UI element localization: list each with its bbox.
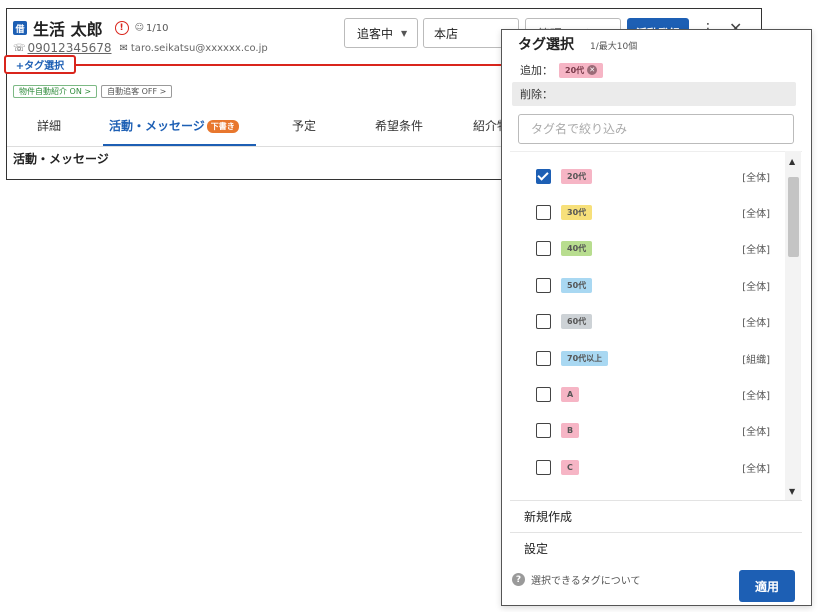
tag-list-item[interactable]: C [全体] <box>510 449 786 485</box>
added-tag-label: 20代 <box>565 65 585 75</box>
tag-scope: [全体] <box>742 390 770 402</box>
added-tag: 20代 ✕ <box>559 62 604 78</box>
tab-activity[interactable]: 活動・メッセージ 下書き <box>109 117 239 134</box>
popup-max-count: 1/最大10個 <box>590 42 638 52</box>
tab-detail[interactable]: 詳細 <box>37 117 61 134</box>
contact-row: ☏ 09012345678 ✉ taro.seikatsu@xxxxxx.co.… <box>13 41 268 55</box>
customer-name: 生活 太郎 <box>33 20 103 39</box>
tag-label: 40代 <box>561 241 593 257</box>
customer-title-row: 借 生活 太郎 ! ☺ 1/10 <box>13 17 168 39</box>
help-icon: ? <box>512 573 525 586</box>
tag-scope: [組織] <box>742 354 770 366</box>
scroll-down-icon[interactable]: ▼ <box>789 487 795 496</box>
tag-label: B <box>561 423 580 439</box>
tag-checkbox[interactable] <box>536 314 551 330</box>
settings-item[interactable]: 設定 <box>510 532 802 564</box>
tag-filter-input[interactable] <box>518 114 794 144</box>
remove-label: 削除： <box>520 88 553 101</box>
tag-list-item[interactable]: 40代 [全体] <box>510 231 786 267</box>
tab-activity-label: 活動・メッセージ <box>109 119 205 133</box>
auto-follow-chip[interactable]: 自動追客 OFF > <box>101 85 173 98</box>
tag-label: 50代 <box>561 277 593 293</box>
tag-list-item[interactable]: 50代 [全体] <box>510 267 786 303</box>
tag-scope: [全体] <box>742 463 770 475</box>
tag-scope: [全体] <box>742 427 770 439</box>
tag-list-item[interactable]: A [全体] <box>510 376 786 412</box>
tag-label: 70代以上 <box>561 350 609 366</box>
chip-row: 物件自動紹介 ON > 自動追客 OFF > <box>13 85 173 98</box>
tag-scope: [全体] <box>742 318 770 330</box>
branch-value: 本店 <box>434 26 459 41</box>
help-row[interactable]: ? 選択できるタグについて <box>512 572 641 587</box>
tag-scope: [全体] <box>742 172 770 184</box>
apply-button[interactable]: 適用 <box>739 570 795 602</box>
phone-icon: ☏ <box>13 42 26 54</box>
chevron-down-icon: ▼ <box>401 28 408 38</box>
add-row: 追加： 20代 ✕ <box>520 62 604 78</box>
tag-checkbox[interactable] <box>536 168 551 184</box>
status-select[interactable]: 追客中 ▼ <box>344 18 418 48</box>
popup-title: タグ選択 <box>518 37 574 53</box>
scroll-up-icon[interactable]: ▲ <box>789 157 795 166</box>
tag-checkbox[interactable] <box>536 423 551 439</box>
tab-conditions[interactable]: 希望条件 <box>375 117 423 134</box>
tag-checkbox[interactable] <box>536 459 551 475</box>
tag-checkbox[interactable] <box>536 204 551 220</box>
tag-select-button[interactable]: +タグ選択 <box>4 55 76 74</box>
section-title: 活動・メッセージ <box>13 152 109 166</box>
tag-scope: [全体] <box>742 208 770 220</box>
scrollbar-thumb[interactable] <box>788 177 799 257</box>
tag-scope: [全体] <box>742 245 770 257</box>
rent-badge: 借 <box>13 21 27 35</box>
status-value: 追客中 <box>357 26 394 41</box>
email-text[interactable]: taro.seikatsu@xxxxxx.co.jp <box>131 43 268 54</box>
people-icon: ☺ <box>134 23 144 33</box>
remove-row: 削除： <box>512 82 796 106</box>
tag-checkbox[interactable] <box>536 277 551 293</box>
tag-list-item[interactable]: 70代以上 [組織] <box>510 340 786 376</box>
help-text: 選択できるタグについて <box>531 576 641 587</box>
auto-property-chip[interactable]: 物件自動紹介 ON > <box>13 85 98 98</box>
tag-list-item[interactable]: 30代 [全体] <box>510 194 786 230</box>
tag-scope: [全体] <box>742 281 770 293</box>
tag-list-item[interactable]: 20代 [全体] <box>510 158 786 194</box>
add-label: 追加： <box>520 64 553 77</box>
tag-checkbox[interactable] <box>536 386 551 402</box>
mail-icon: ✉ <box>119 42 128 54</box>
tag-list: 20代 [全体] 30代 [全体] 40代 [全体] 50代 [全体] 60代 [全体] 70代以上… <box>510 151 802 500</box>
tag-label: 60代 <box>561 314 593 330</box>
new-create-item[interactable]: 新規作成 <box>510 500 802 532</box>
callout-line <box>76 64 502 66</box>
tag-list-item[interactable]: B [全体] <box>510 413 786 449</box>
remove-tag-icon[interactable]: ✕ <box>587 65 598 75</box>
tag-label: 30代 <box>561 204 593 220</box>
draft-badge: 下書き <box>206 120 239 133</box>
tag-label: A <box>561 386 580 402</box>
warning-icon[interactable]: ! <box>114 21 129 35</box>
tag-select-popup: タグ選択 1/最大10個 追加： 20代 ✕ 削除： 20代 [全体] 30代 [全体… <box>501 29 812 606</box>
tag-checkbox[interactable] <box>536 241 551 257</box>
phone-link[interactable]: 09012345678 <box>28 41 112 55</box>
people-count: 1/10 <box>145 22 169 34</box>
tab-schedule[interactable]: 予定 <box>292 117 316 134</box>
tag-checkbox[interactable] <box>536 350 551 366</box>
active-tab-underline <box>103 144 256 146</box>
tag-list-item[interactable]: 60代 [全体] <box>510 304 786 340</box>
tag-label: 20代 <box>561 168 593 184</box>
scrollbar[interactable]: ▲ ▼ <box>785 151 801 500</box>
tag-label: C <box>561 459 579 475</box>
